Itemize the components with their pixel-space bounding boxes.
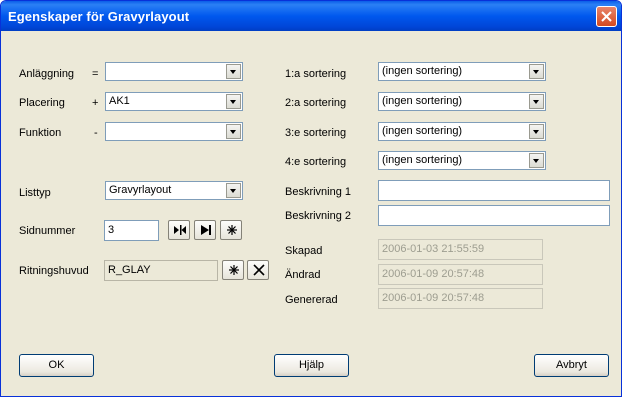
sidnummer-input[interactable]: 3 <box>104 220 159 241</box>
ritningshuvud-value: R_GLAY <box>108 264 151 276</box>
delete-drawing-head-button[interactable] <box>247 260 269 280</box>
chevron-down-icon[interactable] <box>529 94 544 109</box>
andrad-label: Ändrad <box>285 269 321 281</box>
insert-page-button[interactable] <box>168 220 190 240</box>
sort1-value: (ingen sortering) <box>382 65 463 77</box>
beskrivning1-input[interactable] <box>378 180 610 201</box>
sort3-value: (ingen sortering) <box>382 125 463 137</box>
skapad-value: 2006-01-03 21:55:59 <box>382 243 485 255</box>
chevron-down-icon[interactable] <box>226 124 241 139</box>
funktion-label: Funktion <box>19 127 62 139</box>
sidnummer-label: Sidnummer <box>19 225 76 237</box>
funktion-operator: - <box>94 127 98 139</box>
new-page-button[interactable] <box>220 220 242 240</box>
anlaggning-combo[interactable] <box>105 62 243 81</box>
asterisk-icon <box>229 265 239 275</box>
asterisk-icon <box>227 225 237 235</box>
sort4-combo[interactable]: (ingen sortering) <box>378 151 546 170</box>
window-title: Egenskaper för Gravyrlayout <box>8 9 190 24</box>
sort3-combo[interactable]: (ingen sortering) <box>378 122 546 141</box>
andrad-field: 2006-01-09 20:57:48 <box>378 264 543 285</box>
ritningshuvud-label: Ritningshuvud <box>19 265 89 277</box>
chevron-down-icon[interactable] <box>226 94 241 109</box>
delete-x-icon <box>253 264 265 276</box>
skapad-label: Skapad <box>285 245 323 257</box>
sort1-combo[interactable]: (ingen sortering) <box>378 62 546 81</box>
dialog-window: Egenskaper för Gravyrlayout Anläggning =… <box>0 0 622 397</box>
sort4-label: 4:e sortering <box>285 156 347 168</box>
close-button[interactable] <box>596 6 617 27</box>
skapad-field: 2006-01-03 21:55:59 <box>378 239 543 260</box>
chevron-down-icon[interactable] <box>226 183 241 198</box>
next-page-button[interactable] <box>194 220 216 240</box>
anlaggning-operator: = <box>92 68 99 80</box>
sort3-label: 3:e sortering <box>285 127 347 139</box>
placering-combo[interactable]: AK1 <box>105 92 243 111</box>
chevron-down-icon[interactable] <box>529 153 544 168</box>
dialog-body: Anläggning = Placering + AK1 Funktion - … <box>4 31 618 393</box>
sort2-value: (ingen sortering) <box>382 95 463 107</box>
next-page-icon <box>201 225 211 235</box>
new-drawing-head-button[interactable] <box>222 260 244 280</box>
beskrivning2-label: Beskrivning 2 <box>285 210 352 222</box>
sort4-value: (ingen sortering) <box>382 154 463 166</box>
funktion-combo[interactable] <box>105 122 243 141</box>
genererad-field: 2006-01-09 20:57:48 <box>378 288 543 309</box>
beskrivning2-input[interactable] <box>378 205 610 226</box>
chevron-down-icon[interactable] <box>529 124 544 139</box>
beskrivning1-label: Beskrivning 1 <box>285 186 352 198</box>
genererad-value: 2006-01-09 20:57:48 <box>382 292 485 304</box>
andrad-value: 2006-01-09 20:57:48 <box>382 268 485 280</box>
cancel-button[interactable]: Avbryt <box>534 354 609 377</box>
sidnummer-value: 3 <box>108 224 115 236</box>
title-bar: Egenskaper för Gravyrlayout <box>1 1 621 31</box>
listtyp-label: Listtyp <box>19 187 51 199</box>
sort2-label: 2:a sortering <box>285 97 347 109</box>
ritningshuvud-field: R_GLAY <box>104 260 218 281</box>
sort1-label: 1:a sortering <box>285 68 347 80</box>
placering-label: Placering <box>19 97 65 109</box>
listtyp-combo[interactable]: Gravyrlayout <box>105 181 243 200</box>
anlaggning-label: Anläggning <box>19 68 75 80</box>
genererad-label: Genererad <box>285 294 338 306</box>
placering-value: AK1 <box>109 95 130 107</box>
close-icon <box>601 11 612 22</box>
placering-operator: + <box>92 97 99 109</box>
chevron-down-icon[interactable] <box>226 64 241 79</box>
chevron-down-icon[interactable] <box>529 64 544 79</box>
insert-page-icon <box>174 225 186 235</box>
sort2-combo[interactable]: (ingen sortering) <box>378 92 546 111</box>
ok-button[interactable]: OK <box>19 354 94 377</box>
help-button[interactable]: Hjälp <box>274 354 349 377</box>
listtyp-value: Gravyrlayout <box>109 184 172 196</box>
